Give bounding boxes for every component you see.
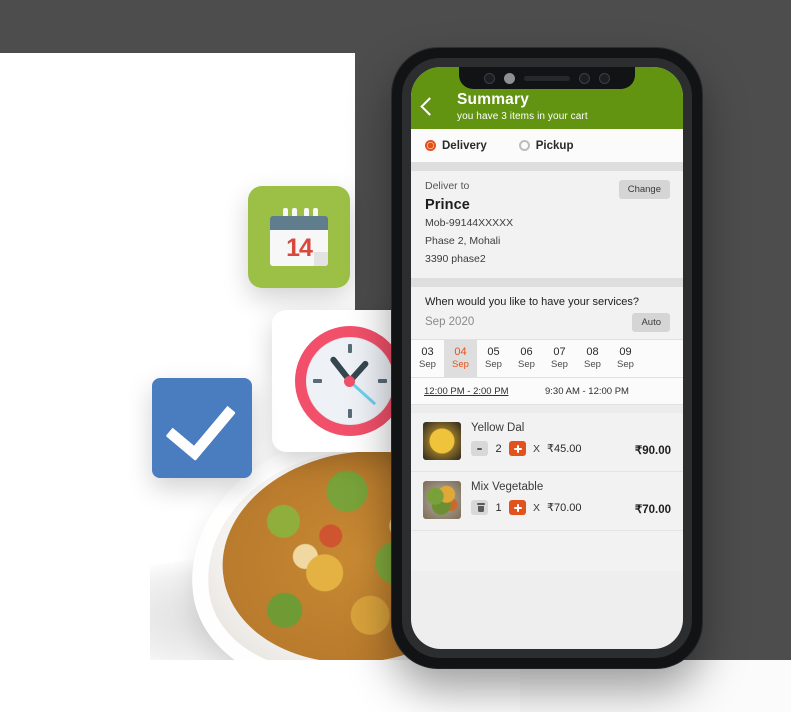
mix-vegetable-thumbnail	[423, 481, 461, 520]
date-month: Sep	[617, 359, 634, 371]
cart-list: Yellow Dal 2 X ₹45.00 ₹90.00 Mix Vegetab…	[411, 405, 683, 572]
date-day: 08	[586, 345, 599, 358]
phone-mockup: Summary you have 3 items in your cart De…	[392, 48, 702, 668]
date-month: Sep	[551, 359, 568, 371]
yellow-dal-thumbnail	[423, 422, 461, 461]
date-day: 09	[619, 345, 632, 358]
composition-stage: 14 Summary you have 3 items in your cart…	[0, 0, 791, 712]
service-time-question: When would you like to have your service…	[411, 286, 683, 313]
calendar-day-number: 14	[286, 233, 313, 262]
phone-screen: Summary you have 3 items in your cart De…	[411, 67, 683, 649]
ambient-sensor-icon	[599, 72, 610, 84]
item-quantity: 1	[495, 501, 502, 514]
camera-icon	[484, 72, 495, 84]
date-cell-09[interactable]: 09 Sep	[609, 340, 642, 378]
date-day: 07	[553, 345, 566, 358]
date-month: Sep	[518, 359, 535, 371]
table-row: Mix Vegetable 1 X ₹70.00 ₹70.00	[411, 472, 683, 532]
multiply-sign: X	[533, 501, 541, 514]
date-strip[interactable]: 03 Sep 04 Sep 05 Sep 06 Sep 07 Sep 08 Se…	[411, 338, 683, 379]
cart-bottom-space	[411, 531, 683, 572]
date-cell-06[interactable]: 06 Sep	[510, 340, 543, 378]
multiply-sign: X	[533, 442, 541, 455]
time-slot-selected[interactable]: 12:00 PM - 2:00 PM	[411, 386, 539, 397]
check-card	[152, 378, 252, 478]
plus-icon[interactable]	[509, 500, 526, 516]
plus-icon[interactable]	[509, 441, 526, 457]
clock-center-pin	[344, 375, 355, 387]
proximity-sensor-icon	[504, 72, 515, 84]
calendar-card: 14	[248, 186, 350, 288]
recipient-name: Prince	[425, 197, 470, 213]
date-cell-08[interactable]: 08 Sep	[576, 340, 609, 378]
option-pickup-label: Pickup	[535, 139, 574, 152]
item-unit-price: ₹45.00	[547, 443, 582, 456]
date-cell-05[interactable]: 05 Sep	[477, 340, 510, 378]
change-address-button[interactable]: Change	[618, 180, 670, 199]
item-name: Mix Vegetable	[471, 481, 544, 494]
clock-icon	[294, 326, 405, 436]
month-label: Sep 2020	[425, 316, 475, 329]
phone-notch	[459, 67, 635, 89]
date-cell-03[interactable]: 03 Sep	[411, 340, 444, 378]
section-divider	[411, 162, 683, 171]
item-unit-price: ₹70.00	[547, 502, 582, 515]
item-quantity: 2	[495, 442, 502, 455]
option-pickup[interactable]: Pickup	[518, 139, 574, 152]
option-delivery[interactable]: Delivery	[425, 140, 487, 152]
date-month: Sep	[584, 359, 601, 371]
date-day: 06	[520, 345, 533, 358]
minus-icon[interactable]	[471, 441, 488, 457]
date-day: 03	[421, 345, 434, 358]
front-camera-icon	[579, 72, 590, 84]
month-row: Sep 2020 Auto	[411, 312, 683, 339]
check-icon	[165, 387, 236, 461]
earpiece-speaker	[524, 75, 570, 81]
time-slot-alternate[interactable]: 9:30 AM - 12:00 PM	[539, 386, 629, 397]
time-slot-row: 12:00 PM - 2:00 PM 9:30 AM - 12:00 PM	[411, 378, 683, 406]
table-row: Yellow Dal 2 X ₹45.00 ₹90.00	[411, 413, 683, 473]
fulfillment-options: Delivery Pickup	[411, 129, 683, 162]
page-title: Summary	[457, 91, 530, 108]
radio-pickup-icon[interactable]	[518, 140, 530, 151]
trash-icon[interactable]	[471, 500, 488, 516]
item-name: Yellow Dal	[471, 422, 525, 435]
date-cell-07[interactable]: 07 Sep	[543, 340, 576, 378]
radio-delivery-icon[interactable]	[425, 140, 436, 151]
address-line-3: 3390 phase2	[425, 252, 486, 265]
address-line-2: Phase 2, Mohali	[425, 234, 501, 247]
address-section: Deliver to Change Prince Mob-99144XXXXX …	[411, 171, 683, 278]
item-line-total: ₹90.00	[634, 445, 671, 458]
date-month: Sep	[452, 359, 469, 371]
item-line-total: ₹70.00	[634, 504, 671, 517]
date-cell-04[interactable]: 04 Sep	[444, 339, 477, 378]
section-divider-2	[411, 277, 683, 287]
date-month: Sep	[419, 359, 436, 371]
address-line-1: Mob-99144XXXXX	[425, 217, 514, 229]
auto-button[interactable]: Auto	[632, 312, 670, 332]
cart-count-subtitle: you have 3 items in your cart	[457, 111, 588, 122]
date-month: Sep	[485, 359, 502, 371]
option-delivery-label: Delivery	[442, 139, 487, 152]
back-icon[interactable]	[420, 97, 439, 116]
calendar-icon: 14	[270, 208, 328, 266]
date-day: 04	[454, 345, 467, 358]
date-day: 05	[487, 345, 500, 358]
